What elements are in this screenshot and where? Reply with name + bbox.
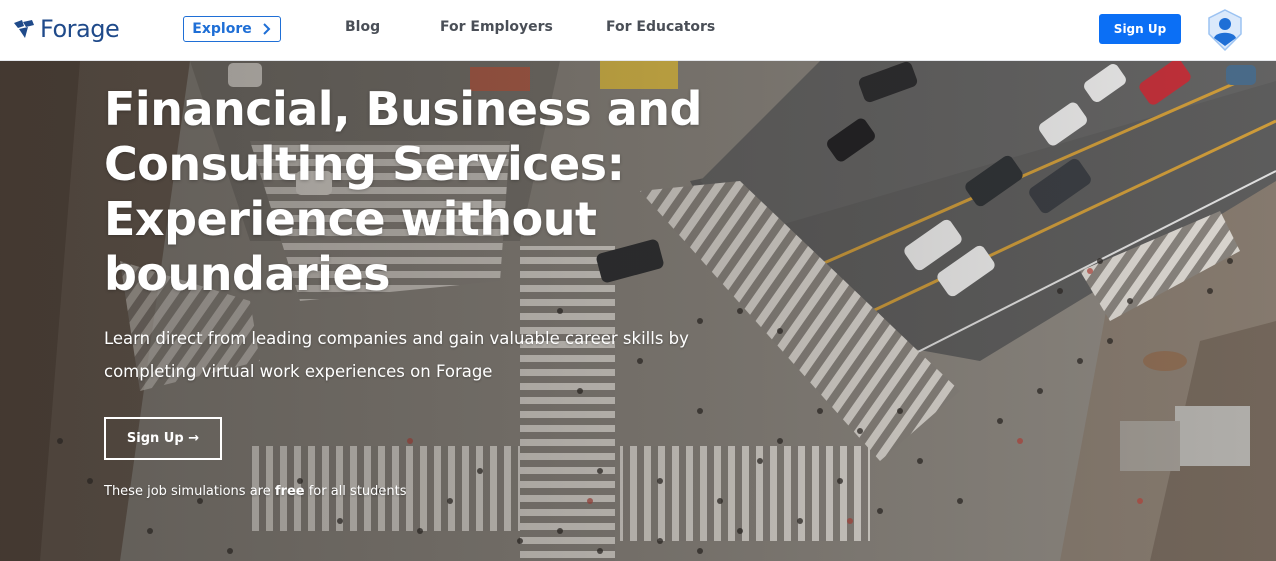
free-for-students-note: These job simulations are free for all s…: [104, 484, 407, 499]
hero-subtitle-line: Learn direct from leading companies and …: [104, 329, 689, 348]
chevron-right-icon: [263, 23, 271, 35]
nav-link-blog[interactable]: Blog: [345, 19, 380, 35]
top-navbar: Forage Explore Blog For Employers For Ed…: [0, 0, 1276, 61]
hero-title-line: Financial, Business and: [104, 82, 702, 136]
explore-button[interactable]: Explore: [183, 16, 281, 42]
hero-title-line: boundaries: [104, 247, 391, 301]
note-prefix: These job simulations are: [104, 484, 275, 499]
hero-section: Financial, Business and Consulting Servi…: [0, 61, 1276, 561]
note-free: free: [274, 484, 305, 499]
hero-title-line: Experience without: [104, 192, 597, 246]
hero-signup-button[interactable]: Sign Up →: [104, 417, 222, 460]
hero-title-line: Consulting Services:: [104, 137, 625, 191]
logo-text: Forage: [40, 15, 120, 43]
explore-label: Explore: [192, 21, 252, 37]
user-avatar-icon[interactable]: [1203, 8, 1247, 52]
header-signup-button[interactable]: Sign Up: [1099, 14, 1181, 44]
hero-title: Financial, Business and Consulting Servi…: [104, 82, 724, 302]
hero-subtitle: Learn direct from leading companies and …: [104, 322, 704, 388]
note-suffix: for all students: [304, 484, 407, 499]
nav-link-for-employers[interactable]: For Employers: [440, 19, 553, 35]
nav-link-for-educators[interactable]: For Educators: [606, 19, 715, 35]
hero-subtitle-line: completing virtual work experiences on F…: [104, 362, 493, 381]
forage-logo[interactable]: Forage: [12, 11, 120, 47]
forage-logo-icon: [14, 20, 34, 38]
